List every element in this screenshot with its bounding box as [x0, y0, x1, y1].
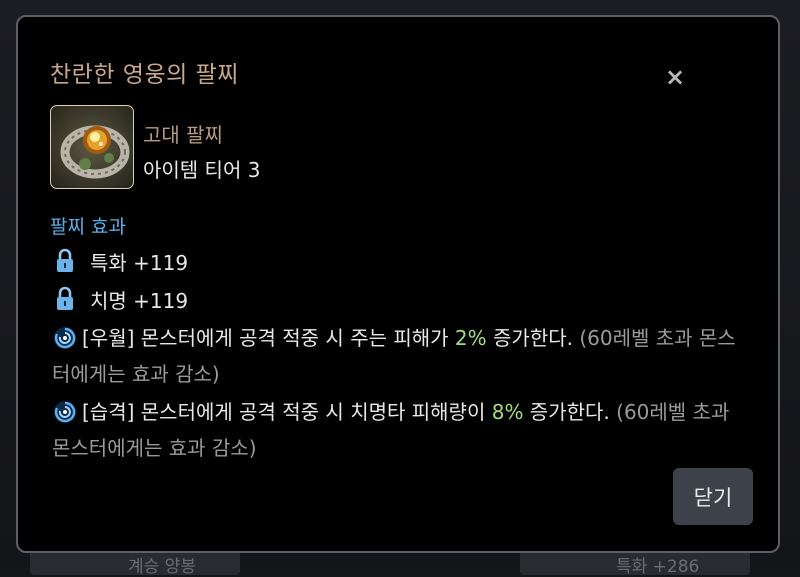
background-card-text: 특화 +286	[616, 557, 700, 577]
special-effect: [습격] 몬스터에게 공격 적중 시 치명타 피해량이 8% 증가한다. (60…	[52, 394, 752, 466]
special-effect: [우월] 몬스터에게 공격 적중 시 주는 피해가 2% 증가한다. (60레벨…	[52, 320, 752, 392]
effect-value: 8%	[491, 400, 524, 424]
stat-text: 특화 +119	[90, 250, 189, 275]
effect-text: [우월] 몬스터에게 공격 적중 시 주는 피해가	[82, 326, 455, 350]
stat-text: 치명 +119	[90, 288, 189, 313]
lock-icon	[57, 248, 73, 272]
bracelet-item-icon	[50, 105, 134, 189]
item-grade: 고대 팔찌	[143, 123, 223, 147]
close-button[interactable]: ×	[663, 65, 687, 89]
effect-value: 2%	[454, 326, 487, 350]
dialog-title: 찬란한 영웅의 팔찌	[50, 62, 239, 88]
item-tooltip-dialog: 찬란한 영웅의 팔찌 × 고대 팔찌 아이템 티어 3 팔찌 효과 특화 +11…	[16, 15, 780, 553]
swirl-icon	[54, 401, 76, 423]
close-icon: ×	[664, 63, 686, 91]
background-card-text: 계승 양봉	[128, 557, 196, 577]
item-tier: 아이템 티어 3	[143, 158, 261, 182]
swirl-icon	[54, 327, 76, 349]
lock-icon	[57, 286, 73, 310]
effect-text: 증가한다.	[486, 326, 580, 350]
effect-text: [습격] 몬스터에게 공격 적중 시 치명타 피해량이	[82, 400, 492, 424]
stat-row: 특화 +119	[54, 247, 188, 275]
stat-row: 치명 +119	[54, 285, 188, 313]
effects-section-title: 팔찌 효과	[50, 216, 126, 238]
close-dialog-button[interactable]: 닫기	[673, 468, 753, 525]
effect-text: 증가한다.	[523, 400, 617, 424]
